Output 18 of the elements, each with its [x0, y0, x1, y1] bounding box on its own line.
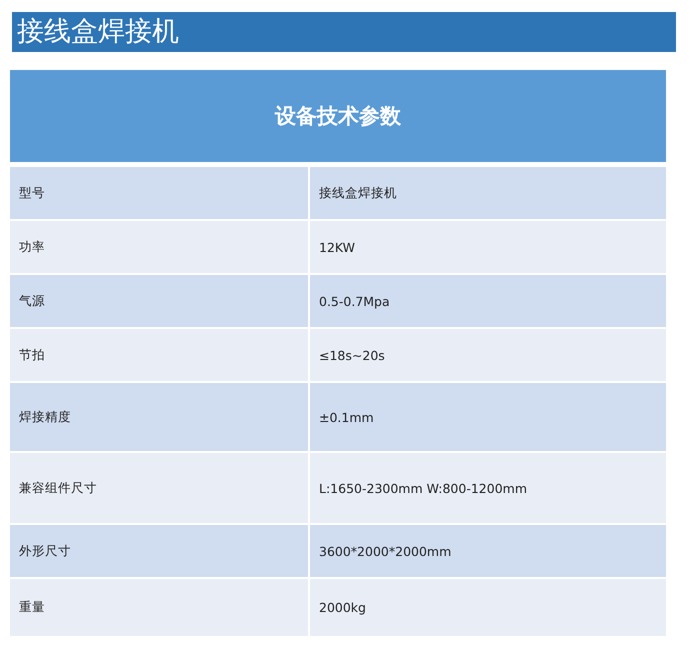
parameter-value-cell: 2000kg	[310, 579, 666, 636]
parameter-value-cell: 3600*2000*2000mm	[310, 525, 666, 577]
page-title: 接线盒焊接机	[12, 12, 676, 52]
parameter-name-cell: 外形尺寸	[10, 525, 308, 577]
parameter-value-cell: 接线盒焊接机	[310, 167, 666, 219]
parameter-name-cell: 节拍	[10, 329, 308, 381]
parameter-name-cell: 气源	[10, 275, 308, 327]
parameter-name-cell: 功率	[10, 221, 308, 273]
parameter-name-cell: 型号	[10, 167, 308, 219]
parameter-value-cell: L:1650-2300mm W:800-1200mm	[310, 453, 666, 523]
parameter-name-cell: 兼容组件尺寸	[10, 453, 308, 523]
table-heading: 设备技术参数	[10, 70, 666, 162]
parameter-value-cell: 12KW	[310, 221, 666, 273]
parameter-value-cell: ≤18s~20s	[310, 329, 666, 381]
parameter-value-cell: 0.5-0.7Mpa	[310, 275, 666, 327]
parameter-name-cell: 重量	[10, 579, 308, 636]
parameter-value-cell: ±0.1mm	[310, 383, 666, 451]
parameter-name-cell: 焊接精度	[10, 383, 308, 451]
